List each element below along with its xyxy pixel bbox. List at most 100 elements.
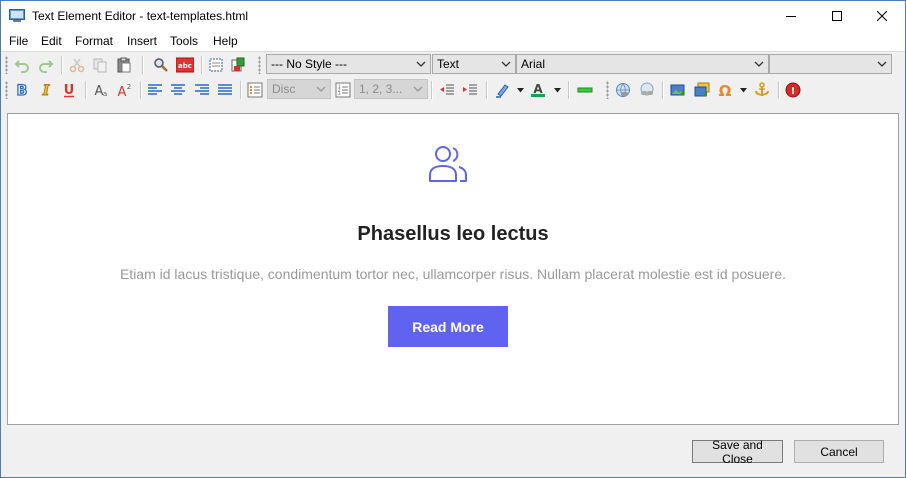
superscript-button[interactable]: A2: [114, 80, 134, 100]
numbered-list-icon: 123: [335, 82, 351, 98]
font-select[interactable]: Arial: [516, 54, 769, 74]
align-center-button[interactable]: [168, 80, 188, 100]
gallery-icon: [694, 82, 710, 97]
maximize-button[interactable]: [814, 1, 860, 31]
title-bar[interactable]: Text Element Editor - text-templates.htm…: [1, 1, 905, 31]
menu-insert[interactable]: Insert: [127, 34, 157, 48]
chevron-down-icon: [877, 61, 887, 67]
font-color-icon: A: [531, 82, 545, 97]
toolbar-separator: [201, 56, 203, 74]
info-icon: !: [785, 82, 801, 98]
chevron-down-icon[interactable]: [740, 88, 747, 93]
unlink-button[interactable]: [637, 80, 657, 100]
align-right-button[interactable]: [192, 80, 212, 100]
bullet-list-button[interactable]: [245, 80, 265, 100]
svg-text:B: B: [17, 83, 28, 98]
svg-text:Ω: Ω: [719, 82, 732, 98]
spellcheck-button[interactable]: abc: [175, 55, 195, 75]
justify-button[interactable]: [215, 80, 235, 100]
toolbar-separator: [140, 81, 142, 99]
special-char-button[interactable]: Ω: [715, 80, 735, 100]
app-icon: [9, 9, 25, 22]
save-and-close-button[interactable]: Save and Close: [692, 438, 783, 466]
close-button[interactable]: [859, 1, 905, 31]
bullet-list-icon: [247, 82, 263, 98]
toolbar-separator: [486, 81, 488, 99]
align-left-icon: [148, 84, 162, 95]
chevron-down-icon[interactable]: [517, 88, 524, 93]
minimize-button[interactable]: [768, 1, 814, 31]
menu-edit[interactable]: Edit: [41, 34, 62, 48]
toolbar-grip[interactable]: [258, 56, 261, 74]
menu-file[interactable]: File: [9, 34, 28, 48]
outdent-button[interactable]: [437, 80, 457, 100]
number-style-select[interactable]: 1, 2, 3...: [354, 79, 428, 99]
anchor-button[interactable]: [752, 80, 772, 100]
gallery-button[interactable]: [692, 80, 712, 100]
close-icon: [877, 11, 887, 21]
select-all-button[interactable]: [206, 55, 226, 75]
svg-text:2: 2: [127, 83, 131, 91]
link-icon: [616, 83, 630, 97]
toolbar-grip[interactable]: [606, 81, 609, 99]
image-button[interactable]: [668, 80, 688, 100]
paste-special-button[interactable]: [228, 55, 248, 75]
chevron-down-icon: [413, 86, 423, 92]
indent-icon: [463, 84, 477, 95]
undo-button[interactable]: [12, 55, 32, 75]
editor-area[interactable]: Phasellus leo lectus Etiam id lacus tris…: [7, 113, 899, 425]
menu-tools[interactable]: Tools: [170, 34, 198, 48]
read-more-button[interactable]: Read More: [388, 306, 508, 347]
font-size-button[interactable]: Aa: [90, 80, 110, 100]
italic-button[interactable]: I: [36, 80, 56, 100]
toolbar-separator: [85, 81, 87, 99]
type-select[interactable]: Text: [432, 54, 516, 74]
menu-format[interactable]: Format: [75, 34, 113, 48]
redo-button[interactable]: [36, 55, 56, 75]
numbered-list-button[interactable]: 123: [333, 80, 353, 100]
font-color-button[interactable]: A: [528, 80, 548, 100]
link-button[interactable]: [613, 80, 633, 100]
toolbar-separator: [142, 56, 144, 74]
select-all-icon: [209, 58, 223, 72]
toolbar-grip[interactable]: [5, 81, 8, 99]
cut-button[interactable]: [67, 55, 87, 75]
svg-text:!: !: [791, 86, 796, 97]
chevron-down-icon: [416, 61, 426, 67]
align-left-button[interactable]: [145, 80, 165, 100]
paste-button[interactable]: [114, 55, 134, 75]
maximize-icon: [832, 11, 842, 21]
indent-button[interactable]: [460, 80, 480, 100]
horizontal-rule-button[interactable]: [575, 80, 595, 100]
menu-help[interactable]: Help: [213, 34, 238, 48]
chevron-down-icon[interactable]: [554, 88, 561, 93]
underline-icon: U: [64, 83, 75, 98]
bullet-style-select[interactable]: Disc: [267, 79, 331, 99]
anchor-icon: [755, 82, 769, 96]
toolbar-separator: [778, 81, 780, 99]
toolbar-row-1: abc --- No Style --- Text Arial: [1, 53, 905, 78]
find-button[interactable]: [151, 55, 171, 75]
size-select[interactable]: [769, 54, 892, 74]
chevron-down-icon: [754, 61, 764, 67]
justify-icon: [218, 84, 232, 95]
toolbar-grip[interactable]: [5, 56, 8, 74]
toolbar-separator: [431, 81, 433, 99]
superscript-icon: A2: [118, 83, 132, 98]
highlight-button[interactable]: [493, 80, 513, 100]
bold-icon: B: [16, 82, 28, 98]
svg-text:abc: abc: [178, 62, 192, 70]
bold-button[interactable]: B: [12, 80, 32, 100]
copy-button[interactable]: [90, 55, 110, 75]
spellcheck-icon: abc: [176, 57, 194, 73]
paste-special-icon: [231, 57, 245, 72]
cut-icon: [69, 58, 85, 73]
underline-button[interactable]: U: [59, 80, 79, 100]
info-button[interactable]: !: [783, 80, 803, 100]
svg-text:I: I: [42, 83, 50, 98]
cancel-button[interactable]: Cancel: [794, 440, 884, 463]
unlink-icon: [640, 82, 654, 96]
style-select[interactable]: --- No Style ---: [266, 54, 431, 74]
minimize-icon: [786, 16, 796, 17]
editor-window: Text Element Editor - text-templates.htm…: [0, 0, 906, 478]
